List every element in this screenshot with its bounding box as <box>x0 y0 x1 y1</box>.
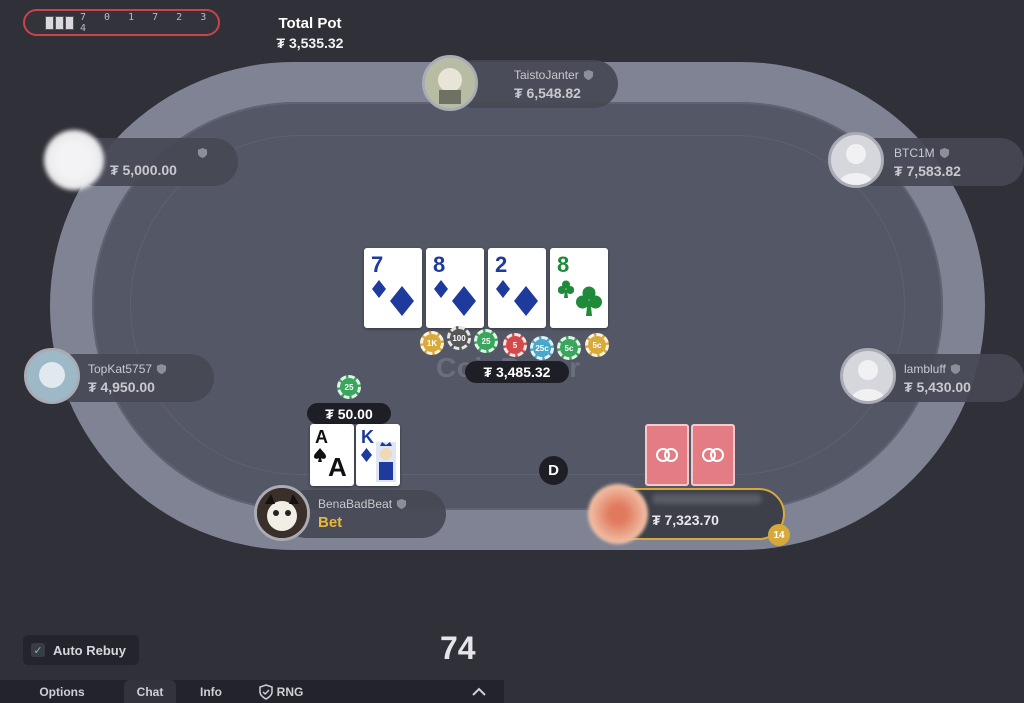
tab-rng-label: RNG <box>276 684 304 699</box>
auto-rebuy-toggle[interactable]: ✓ Auto Rebuy <box>23 635 139 665</box>
check-icon[interactable]: ✓ <box>31 643 45 657</box>
bet-chip: 25 <box>337 375 361 399</box>
player-name: BenaBadBeat <box>318 497 393 511</box>
card-rank: A <box>315 427 328 447</box>
bottom-tab-bar: Options Chat Info RNG <box>0 680 504 703</box>
hand-id-pill[interactable]: 7 0 1 7 2 3 4 <box>23 9 220 36</box>
player-name: TopKat5757 <box>88 361 153 376</box>
cat-avatar-image <box>257 488 307 538</box>
card-face-letter: A <box>328 452 347 482</box>
avatar-image <box>27 351 77 401</box>
player-stack: ₮ 4,950.00 <box>88 378 155 395</box>
shield-icon <box>156 363 167 374</box>
avatar[interactable] <box>588 484 648 544</box>
community-card-3: 2 <box>488 248 546 328</box>
diamond-icon <box>372 280 386 298</box>
shield-icon <box>583 69 593 80</box>
total-pot-amount: ₮ 3,535.32 <box>276 35 344 51</box>
card-rank: 2 <box>495 252 508 277</box>
diamond-icon <box>514 286 538 316</box>
default-avatar-icon <box>839 144 873 185</box>
club-icon <box>558 280 574 298</box>
tab-rng[interactable]: RNG <box>246 680 316 703</box>
pot-chip-5c: 5c <box>557 336 581 360</box>
chevron-up-icon <box>472 687 486 696</box>
card-back-logo-icon <box>656 448 678 462</box>
hole-card-1: A A <box>310 424 354 486</box>
shield-icon <box>197 147 208 158</box>
hero-stack: ₮ 7,323.70 <box>652 512 719 528</box>
club-icon <box>576 286 602 316</box>
card-rank: 8 <box>557 252 570 277</box>
bet-amount: ₮ 50.00 <box>307 403 391 424</box>
card-back-1 <box>645 424 689 486</box>
community-card-2: 8 <box>426 248 484 328</box>
player-stack: ₮ 5,430.00 <box>904 378 971 395</box>
community-card-1: 7 <box>364 248 422 328</box>
player-stack: ₮ 7,583.82 <box>894 162 961 179</box>
avatar[interactable] <box>840 348 896 404</box>
king-portrait-icon <box>376 442 396 482</box>
hand-id-digits: 7 0 1 7 2 3 4 <box>80 11 213 34</box>
diamond-icon <box>390 286 414 316</box>
hero-name-blurred <box>652 494 762 504</box>
card-back-2 <box>691 424 735 486</box>
pot-chip-100: 100 <box>447 326 471 350</box>
pot-chip-1k: 1K <box>420 331 444 355</box>
tab-info[interactable]: Info <box>176 680 246 703</box>
avatar[interactable] <box>44 130 104 190</box>
player-stack: ₮ 6,548.82 <box>514 84 581 101</box>
diamond-icon <box>434 280 448 298</box>
player-action: Bet <box>318 514 343 531</box>
player-name: TaistoJanter <box>514 67 579 82</box>
shield-icon <box>396 498 407 510</box>
total-pot: Total Pot ₮ 3,535.32 <box>255 15 365 51</box>
auto-rebuy-label: Auto Rebuy <box>53 642 126 658</box>
pot-chip-5c-gold: 5c <box>585 333 609 357</box>
shield-icon <box>939 147 949 158</box>
action-timer: 74 <box>440 630 476 666</box>
pot-amount: ₮ 3,485.32 <box>465 361 569 383</box>
diamond-icon <box>361 448 372 462</box>
tab-options[interactable]: Options <box>0 680 124 703</box>
card-rank: K <box>361 427 374 447</box>
diamond-icon <box>496 280 510 298</box>
card-rank: 8 <box>433 252 446 277</box>
shield-check-icon <box>258 683 273 700</box>
default-avatar-icon <box>851 360 885 401</box>
card-back-logo-icon <box>702 448 724 462</box>
shield-icon <box>950 363 960 374</box>
hole-card-2: K <box>356 424 400 486</box>
tab-chat[interactable]: Chat <box>124 680 176 703</box>
hero-level-badge: 14 <box>768 524 790 546</box>
expand-chevron-button[interactable] <box>454 680 504 703</box>
dealer-button: D <box>539 456 568 485</box>
total-pot-label: Total Pot <box>278 15 342 32</box>
community-card-4: 8 <box>550 248 608 328</box>
hand-id-blocks <box>45 15 74 30</box>
avatar[interactable] <box>828 132 884 188</box>
card-rank: 7 <box>371 252 384 277</box>
player-name: lambluff <box>904 361 946 376</box>
spade-icon <box>314 448 326 462</box>
avatar[interactable] <box>254 485 310 541</box>
pot-chip-25c: 25c <box>530 336 554 360</box>
pot-chip-5: 5 <box>503 333 527 357</box>
avatar[interactable] <box>422 55 478 111</box>
avatar[interactable] <box>24 348 80 404</box>
player-stack: ₮ 5,000.00 <box>110 161 177 178</box>
pot-chip-25: 25 <box>474 329 498 353</box>
avatar-image <box>425 58 475 108</box>
diamond-icon <box>452 286 476 316</box>
player-name: BTC1M <box>894 145 935 160</box>
